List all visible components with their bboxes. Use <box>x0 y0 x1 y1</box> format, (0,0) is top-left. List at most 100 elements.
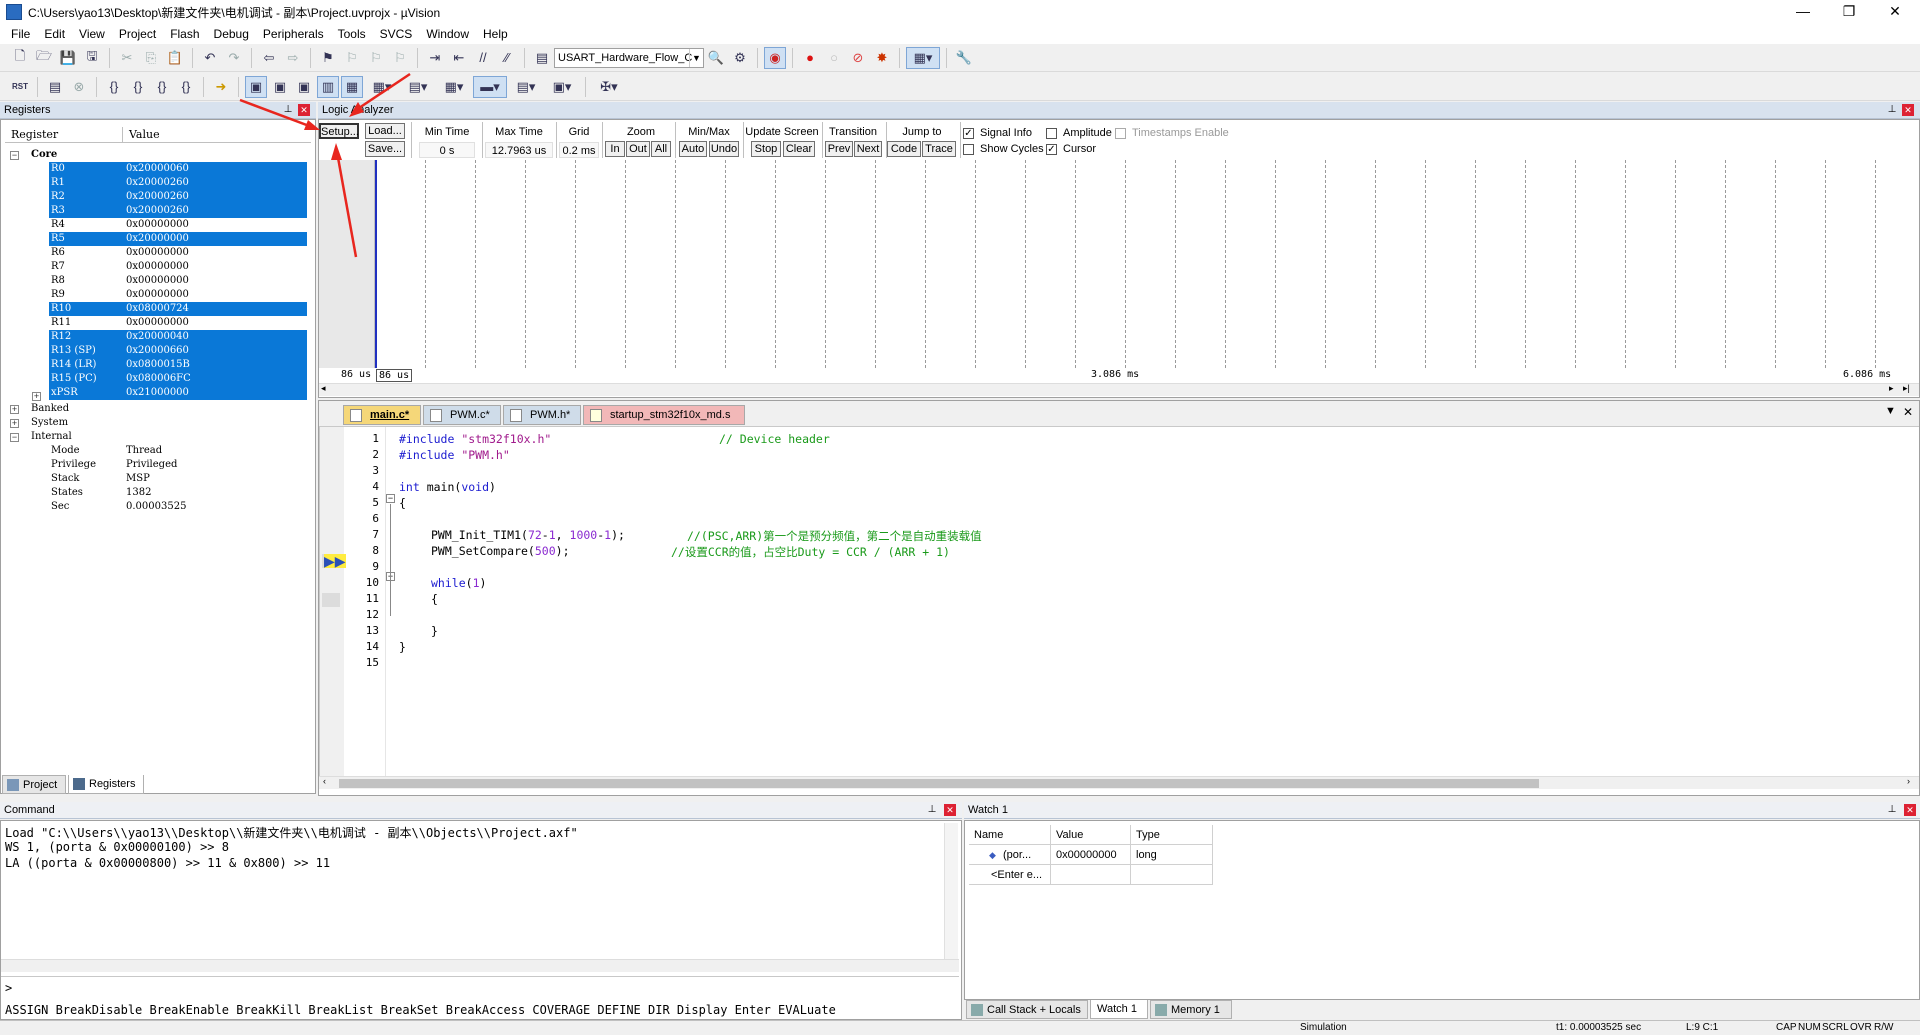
register-row[interactable]: R11 0x00000000 <box>49 316 307 330</box>
pin-icon[interactable]: ⊥ <box>926 804 938 816</box>
cursor-line[interactable] <box>375 160 377 368</box>
open-file-icon[interactable]: 🗁 <box>33 47 55 69</box>
debug-session-icon[interactable]: ◉ <box>764 46 786 69</box>
disassembly-window-icon[interactable]: ▣ <box>269 76 291 98</box>
tab-startup-s[interactable]: startup_stm32f10x_md.s <box>583 405 745 425</box>
pin-icon[interactable]: ⊥ <box>1886 104 1898 116</box>
menu-window[interactable]: Window <box>419 27 476 41</box>
pin-icon[interactable]: ⊥ <box>1886 804 1898 816</box>
register-row[interactable]: R7 0x00000000 <box>49 260 307 274</box>
editor-hscroll[interactable]: ‹ › <box>319 776 1919 789</box>
register-value[interactable]: 0x00000000 <box>126 260 189 274</box>
tab-call-stack[interactable]: Call Stack + Locals <box>966 1000 1088 1019</box>
zoom-in-button[interactable]: In <box>605 141 625 157</box>
scroll-right-icon[interactable]: ▸ <box>1889 383 1894 394</box>
window-layout-icon[interactable]: ▦▾ <box>906 46 940 69</box>
watch-name-header[interactable]: Name <box>969 825 1051 845</box>
setup-button[interactable]: Setup... <box>319 123 359 139</box>
register-row[interactable]: R12 0x20000040 <box>49 330 307 344</box>
run-icon[interactable]: ▤ <box>44 76 66 98</box>
register-value[interactable]: 0x21000000 <box>126 386 189 400</box>
uncomment-icon[interactable]: ⁄⁄ <box>496 47 518 69</box>
register-value[interactable]: 0x20000260 <box>126 190 189 204</box>
memory-window-icon[interactable]: ▤▾ <box>401 76 435 98</box>
prev-button[interactable]: Prev <box>825 141 853 157</box>
undo-button[interactable]: Undo <box>709 141 739 157</box>
close-editor-icon[interactable]: ✕ <box>1903 405 1913 419</box>
core-group-label[interactable]: Core <box>31 148 57 162</box>
internal-row[interactable]: Sec 0.00003525 <box>49 500 307 514</box>
zoom-all-button[interactable]: All <box>651 141 671 157</box>
find-icon[interactable]: 🔍 <box>705 47 727 69</box>
expand-xpsr-icon[interactable]: + <box>32 392 41 401</box>
register-row[interactable]: R5 0x20000000 <box>49 232 307 246</box>
stop-icon[interactable]: ⊗ <box>68 76 90 98</box>
target-options-icon[interactable]: ▤ <box>531 47 553 69</box>
bookmark-icon[interactable]: ⚑ <box>317 47 339 69</box>
nav-forward-icon[interactable]: ⇨ <box>282 47 304 69</box>
comment-icon[interactable]: // <box>472 47 494 69</box>
register-value[interactable]: 0x20000060 <box>126 162 189 176</box>
internal-row[interactable]: Stack MSP <box>49 472 307 486</box>
close-icon[interactable]: ✕ <box>298 104 310 116</box>
menu-debug[interactable]: Debug <box>207 27 256 41</box>
bookmark-prev-icon[interactable]: ⚐ <box>341 47 363 69</box>
serial-window-icon[interactable]: ▦▾ <box>437 76 471 98</box>
register-value[interactable]: 0x08000724 <box>126 302 189 316</box>
register-row[interactable]: R8 0x00000000 <box>49 274 307 288</box>
register-value[interactable]: 0x20000040 <box>126 330 189 344</box>
trace-window-icon[interactable]: ▤▾ <box>509 76 543 98</box>
cut-icon[interactable]: ✂ <box>116 47 138 69</box>
paste-icon[interactable]: 📋 <box>164 47 186 69</box>
tab-registers[interactable]: Registers <box>68 775 144 794</box>
value-column-header[interactable]: Value <box>123 127 311 142</box>
register-value[interactable]: 0x00000000 <box>126 274 189 288</box>
register-value[interactable]: 0x00000000 <box>126 246 189 260</box>
step-over-icon[interactable]: {} <box>127 76 149 98</box>
menu-tools[interactable]: Tools <box>331 27 373 41</box>
analysis-window-icon[interactable]: ▬▾ <box>473 75 507 98</box>
run-to-cursor-icon[interactable]: {} <box>175 76 197 98</box>
toolbox-icon[interactable]: ✠▾ <box>592 76 626 98</box>
reset-icon[interactable]: RST <box>9 76 31 98</box>
enable-breakpoint-icon[interactable]: ○ <box>823 47 845 69</box>
register-row[interactable]: R4 0x00000000 <box>49 218 307 232</box>
load-button[interactable]: Load... <box>365 123 405 139</box>
stop-button[interactable]: Stop <box>751 141 781 157</box>
kill-breakpoints-icon[interactable]: ✸ <box>871 47 893 69</box>
call-stack-window-icon[interactable]: ▦ <box>341 75 363 98</box>
new-file-icon[interactable]: 🗋 <box>9 47 31 69</box>
symbols-window-icon[interactable]: ▣ <box>293 76 315 98</box>
save-icon[interactable]: 💾 <box>57 47 79 69</box>
logic-analyzer-hscroll[interactable]: ◂ ▸ ▸| <box>319 383 1919 396</box>
menu-peripherals[interactable]: Peripherals <box>256 27 331 41</box>
register-value[interactable]: 0x20000000 <box>126 232 189 246</box>
scroll-left-icon[interactable]: ◂ <box>321 383 326 394</box>
menu-file[interactable]: File <box>4 27 37 41</box>
expand-banked-icon[interactable]: + <box>10 405 19 414</box>
menu-edit[interactable]: Edit <box>37 27 72 41</box>
register-row[interactable]: R6 0x00000000 <box>49 246 307 260</box>
show-next-statement-icon[interactable]: ➜ <box>210 76 232 98</box>
clear-button[interactable]: Clear <box>783 141 815 157</box>
tab-watch-1[interactable]: Watch 1 <box>1090 1000 1148 1019</box>
register-row[interactable]: R10 0x08000724 <box>49 302 307 316</box>
register-row[interactable]: R13 (SP) 0x20000660 <box>49 344 307 358</box>
menu-svcs[interactable]: SVCS <box>373 27 420 41</box>
register-value[interactable]: 0x00000000 <box>126 218 189 232</box>
minimize-button[interactable]: — <box>1780 0 1826 24</box>
scroll-end-icon[interactable]: ▸| <box>1903 383 1910 394</box>
menu-help[interactable]: Help <box>476 27 515 41</box>
tab-project[interactable]: Project <box>2 775 66 794</box>
unindent-icon[interactable]: ⇤ <box>448 47 470 69</box>
step-out-icon[interactable]: {} <box>151 76 173 98</box>
watch-type-header[interactable]: Type <box>1131 825 1213 845</box>
system-viewer-icon[interactable]: ▣▾ <box>545 76 579 98</box>
target-select[interactable]: USART_Hardware_Flow_C ▼ <box>554 47 704 68</box>
zoom-out-button[interactable]: Out <box>626 141 650 157</box>
command-input[interactable]: > <box>1 976 959 998</box>
redo-icon[interactable]: ↷ <box>223 47 245 69</box>
internal-row[interactable]: Mode Thread <box>49 444 307 458</box>
collapse-internal-icon[interactable]: − <box>10 433 19 442</box>
register-value[interactable]: 0x00000000 <box>126 316 189 330</box>
